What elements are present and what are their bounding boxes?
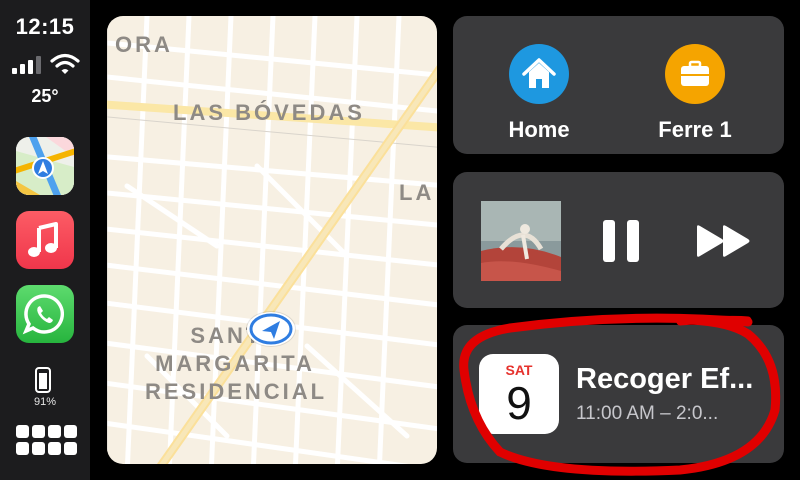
app-grid-button[interactable] — [16, 425, 77, 463]
destination-ferre-button[interactable]: Ferre 1 — [630, 44, 760, 144]
now-playing-card — [453, 172, 784, 308]
map-label-line: MARGARITA — [155, 351, 315, 376]
whatsapp-icon — [22, 294, 65, 335]
wifi-icon — [50, 53, 80, 74]
calendar-event-card[interactable]: SAT 9 Recoger Ef... 11:00 AM – 2:0... — [453, 325, 784, 463]
music-icon — [28, 222, 58, 257]
house-icon — [509, 44, 569, 104]
whatsapp-app-button[interactable] — [16, 285, 74, 343]
event-title: Recoger Ef... — [576, 363, 754, 395]
event-time: 11:00 AM – 2:0... — [576, 403, 719, 424]
phone-battery-icon — [35, 367, 51, 393]
map-label-la: LA — [399, 180, 435, 205]
maps-icon — [16, 137, 74, 195]
pause-button[interactable] — [603, 220, 639, 262]
calendar-date: 9 — [506, 377, 532, 429]
map-view[interactable]: ORA LAS BÓVEDAS LA SANTA MARGARITA RESID… — [107, 16, 437, 464]
briefcase-icon — [665, 44, 725, 104]
status-temperature: 25° — [31, 86, 59, 106]
sidebar: 12:15 25° 91% — [0, 0, 90, 480]
music-app-button[interactable] — [16, 211, 74, 269]
destination-label: Ferre 1 — [658, 117, 732, 142]
destination-label: Home — [508, 117, 570, 142]
status-time: 12:15 — [15, 14, 75, 39]
cellular-signal-icon — [12, 56, 48, 74]
fast-forward-button[interactable] — [695, 224, 753, 258]
map-label-line: SANTA — [190, 323, 280, 348]
current-location-icon — [247, 312, 295, 346]
calendar-icon: SAT 9 — [479, 354, 559, 434]
map-label-line: RESIDENCIAL — [145, 379, 328, 404]
map-label-las-bovedas: LAS BÓVEDAS — [173, 100, 365, 125]
album-art[interactable] — [481, 201, 561, 281]
destination-home-button[interactable]: Home — [474, 44, 604, 144]
maps-app-button[interactable] — [16, 137, 74, 195]
map-label-ora: ORA — [115, 32, 173, 57]
map-label-santa-margarita: SANTA MARGARITA RESIDENCIAL — [145, 322, 325, 406]
status-signal-row — [12, 52, 82, 76]
destinations-card: Home Ferre 1 — [453, 16, 784, 154]
battery-level: 91% — [33, 396, 57, 408]
